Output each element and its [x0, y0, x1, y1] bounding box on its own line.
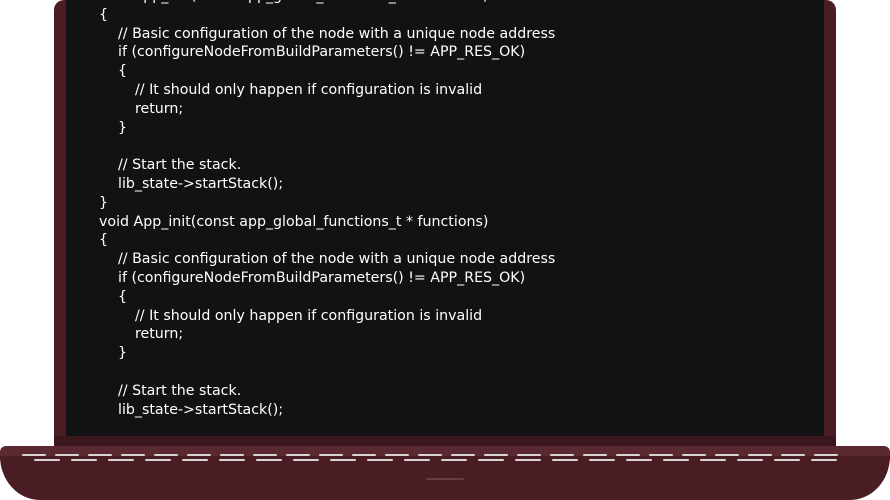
code-line: // It should only happen if configuratio…: [135, 81, 483, 98]
keyboard-key: [418, 454, 442, 456]
keyboard-key: [121, 454, 145, 456]
keyboard-key: [319, 454, 343, 456]
keyboard-key: [589, 459, 615, 461]
code-line: if (configureNodeFromBuildParameters() !…: [118, 44, 526, 61]
keyboard-key: [781, 454, 805, 456]
keyboard-row: [0, 454, 890, 457]
keyboard-key: [583, 454, 607, 456]
keyboard-key: [663, 459, 689, 461]
keyboard-key: [649, 454, 673, 456]
keyboard-key: [616, 454, 640, 456]
keyboard-key: [550, 454, 574, 456]
keyboard-key: [478, 459, 504, 461]
code-line: // Basic configuration of the node with …: [118, 25, 556, 42]
keyboard-key: [220, 454, 244, 456]
keyboard-key: [253, 454, 277, 456]
keyboard-key: [385, 454, 409, 456]
laptop-screen: void App_init(const app_global_functions…: [66, 0, 824, 438]
laptop-hinge: [54, 436, 836, 446]
keyboard-key: [811, 459, 837, 461]
keyboard-key: [145, 459, 171, 461]
keyboard-key: [441, 459, 467, 461]
keyboard-key: [22, 454, 46, 456]
code-line: }: [99, 194, 109, 211]
code-line: {: [99, 6, 109, 23]
keyboard-key: [404, 459, 430, 461]
keyboard-key: [187, 454, 211, 456]
laptop-base: [0, 446, 890, 500]
keyboard-key: [34, 459, 60, 461]
keyboard-key: [682, 454, 706, 456]
keyboard-key: [256, 459, 282, 461]
trackpad-notch: [426, 478, 464, 480]
code-line: }: [118, 119, 128, 136]
code-line: return;: [135, 326, 184, 343]
code-line: // Start the stack.: [118, 157, 242, 174]
keyboard-key: [552, 459, 578, 461]
keyboard-key: [451, 454, 475, 456]
keyboard-key: [55, 454, 79, 456]
code-line: lib_state->startStack();: [118, 401, 284, 418]
keyboard-key: [71, 459, 97, 461]
code-line: }: [118, 345, 128, 362]
keyboard-key: [517, 454, 541, 456]
keyboard-key: [715, 454, 739, 456]
keyboard-key: [515, 459, 541, 461]
keyboard-key: [484, 454, 508, 456]
keyboard-key: [330, 459, 356, 461]
keyboard-key: [286, 454, 310, 456]
keyboard-key: [293, 459, 319, 461]
code-line: // Start the stack.: [118, 382, 242, 399]
keyboard-key: [748, 454, 772, 456]
keyboard-key: [154, 454, 178, 456]
keyboard-key: [626, 459, 652, 461]
code-line: // It should only happen if configuratio…: [135, 307, 483, 324]
code-line: {: [118, 288, 128, 305]
keyboard-key: [108, 459, 134, 461]
keyboard-key: [814, 454, 838, 456]
keyboard-key: [774, 459, 800, 461]
code-line: lib_state->startStack();: [118, 175, 284, 192]
code-line: {: [118, 63, 128, 80]
keyboard-key: [88, 454, 112, 456]
keyboard-row: [0, 459, 890, 462]
code-line: return;: [135, 100, 184, 117]
code-line: if (configureNodeFromBuildParameters() !…: [118, 269, 526, 286]
keyboard-key: [700, 459, 726, 461]
keyboard-key: [737, 459, 763, 461]
code-line: {: [99, 232, 109, 249]
keyboard-key: [182, 459, 208, 461]
code-line: // Basic configuration of the node with …: [118, 251, 556, 268]
code-block: void App_init(const app_global_functions…: [66, 0, 824, 419]
code-line: void App_init(const app_global_functions…: [99, 213, 489, 230]
keyboard-key: [352, 454, 376, 456]
keyboard-key: [219, 459, 245, 461]
keyboard-key: [367, 459, 393, 461]
